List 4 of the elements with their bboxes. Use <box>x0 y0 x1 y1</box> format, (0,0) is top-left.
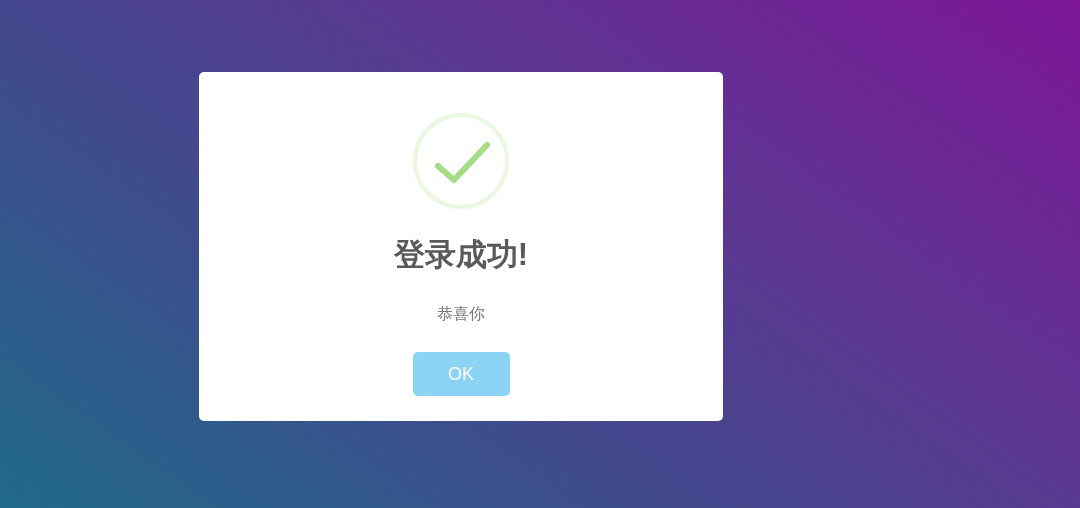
ok-button[interactable]: OK <box>412 352 510 396</box>
dialog-message: 恭喜你 <box>437 304 485 324</box>
dialog-title: 登录成功! <box>393 236 529 274</box>
checkmark-circle-icon <box>413 113 509 209</box>
